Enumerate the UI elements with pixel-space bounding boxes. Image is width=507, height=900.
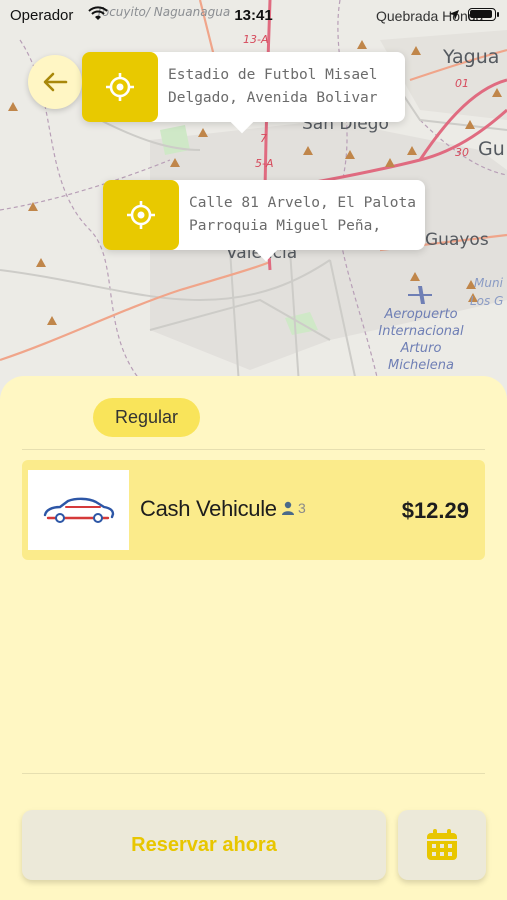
destination-address-text: Calle 81 Arvelo, El Palotal, Parroquia M… [189,192,417,238]
divider-top [22,449,485,450]
arrow-left-icon [43,72,68,92]
battery-tip [497,12,499,17]
calendar-icon [427,829,457,860]
status-bar: Operador 13:41 Quebrada Honda [0,0,507,30]
vehicle-seat-count: 3 [298,500,306,516]
crosshair-icon [106,73,134,101]
divider-bottom [22,773,485,774]
destination-address-line1: Calle 81 Arvelo, El Palotal, [189,195,417,211]
vehicle-name: Cash Vehicule [140,496,277,521]
map-label-route-13a: 13-A [243,33,269,46]
vehicle-thumbnail [28,470,129,550]
car-icon [43,497,114,523]
map-label-gu: Gu [478,138,505,160]
ride-options-sheet: Regular Cash Vehicule 3 $12.29 Reservar … [0,376,507,900]
map-label-route-5a: 5-A [255,157,274,170]
origin-address-card[interactable]: Estadio de Futbol Misael Delgado, Avenid… [82,52,405,134]
map-label-route-30: 30 [455,146,469,159]
battery-icon [468,8,496,21]
origin-address-line1: Estadio de Futbol Misael [168,67,378,83]
origin-address-line2: Delgado, Avenida Bolivar [168,90,378,106]
destination-address-line2: Parroquia Miguel Peña, [189,218,382,234]
origin-pin-button[interactable] [82,52,158,122]
map-label-guayos: Guayos [425,230,489,250]
map-label-route-7: 7 [260,132,267,145]
destination-address-card[interactable]: Calle 81 Arvelo, El Palotal, Parroquia M… [103,180,425,262]
schedule-button[interactable] [398,810,486,880]
map-label-yagua: Yagua [443,46,500,68]
crosshair-icon [127,201,155,229]
category-chip-regular[interactable]: Regular [93,398,200,437]
map-label-airport: Aeropuerto Internacional Arturo Michelen… [378,307,464,373]
vehicle-price: $12.29 [401,498,469,523]
origin-address-text: Estadio de Futbol Misael Delgado, Avenid… [168,64,397,110]
destination-pin-button[interactable] [103,180,179,250]
person-icon [282,501,294,515]
vehicle-seats: 3 [280,500,306,516]
location-arrow-icon [449,10,459,20]
map-label-route-01: 01 [455,77,469,90]
map-label-los-g: Los G [470,294,504,308]
reserve-now-button[interactable]: Reservar ahora [22,810,386,880]
map-label-muni: Muni [474,276,503,290]
back-button[interactable] [28,55,82,109]
vehicle-option-row[interactable]: Cash Vehicule 3 $12.29 [22,460,485,560]
